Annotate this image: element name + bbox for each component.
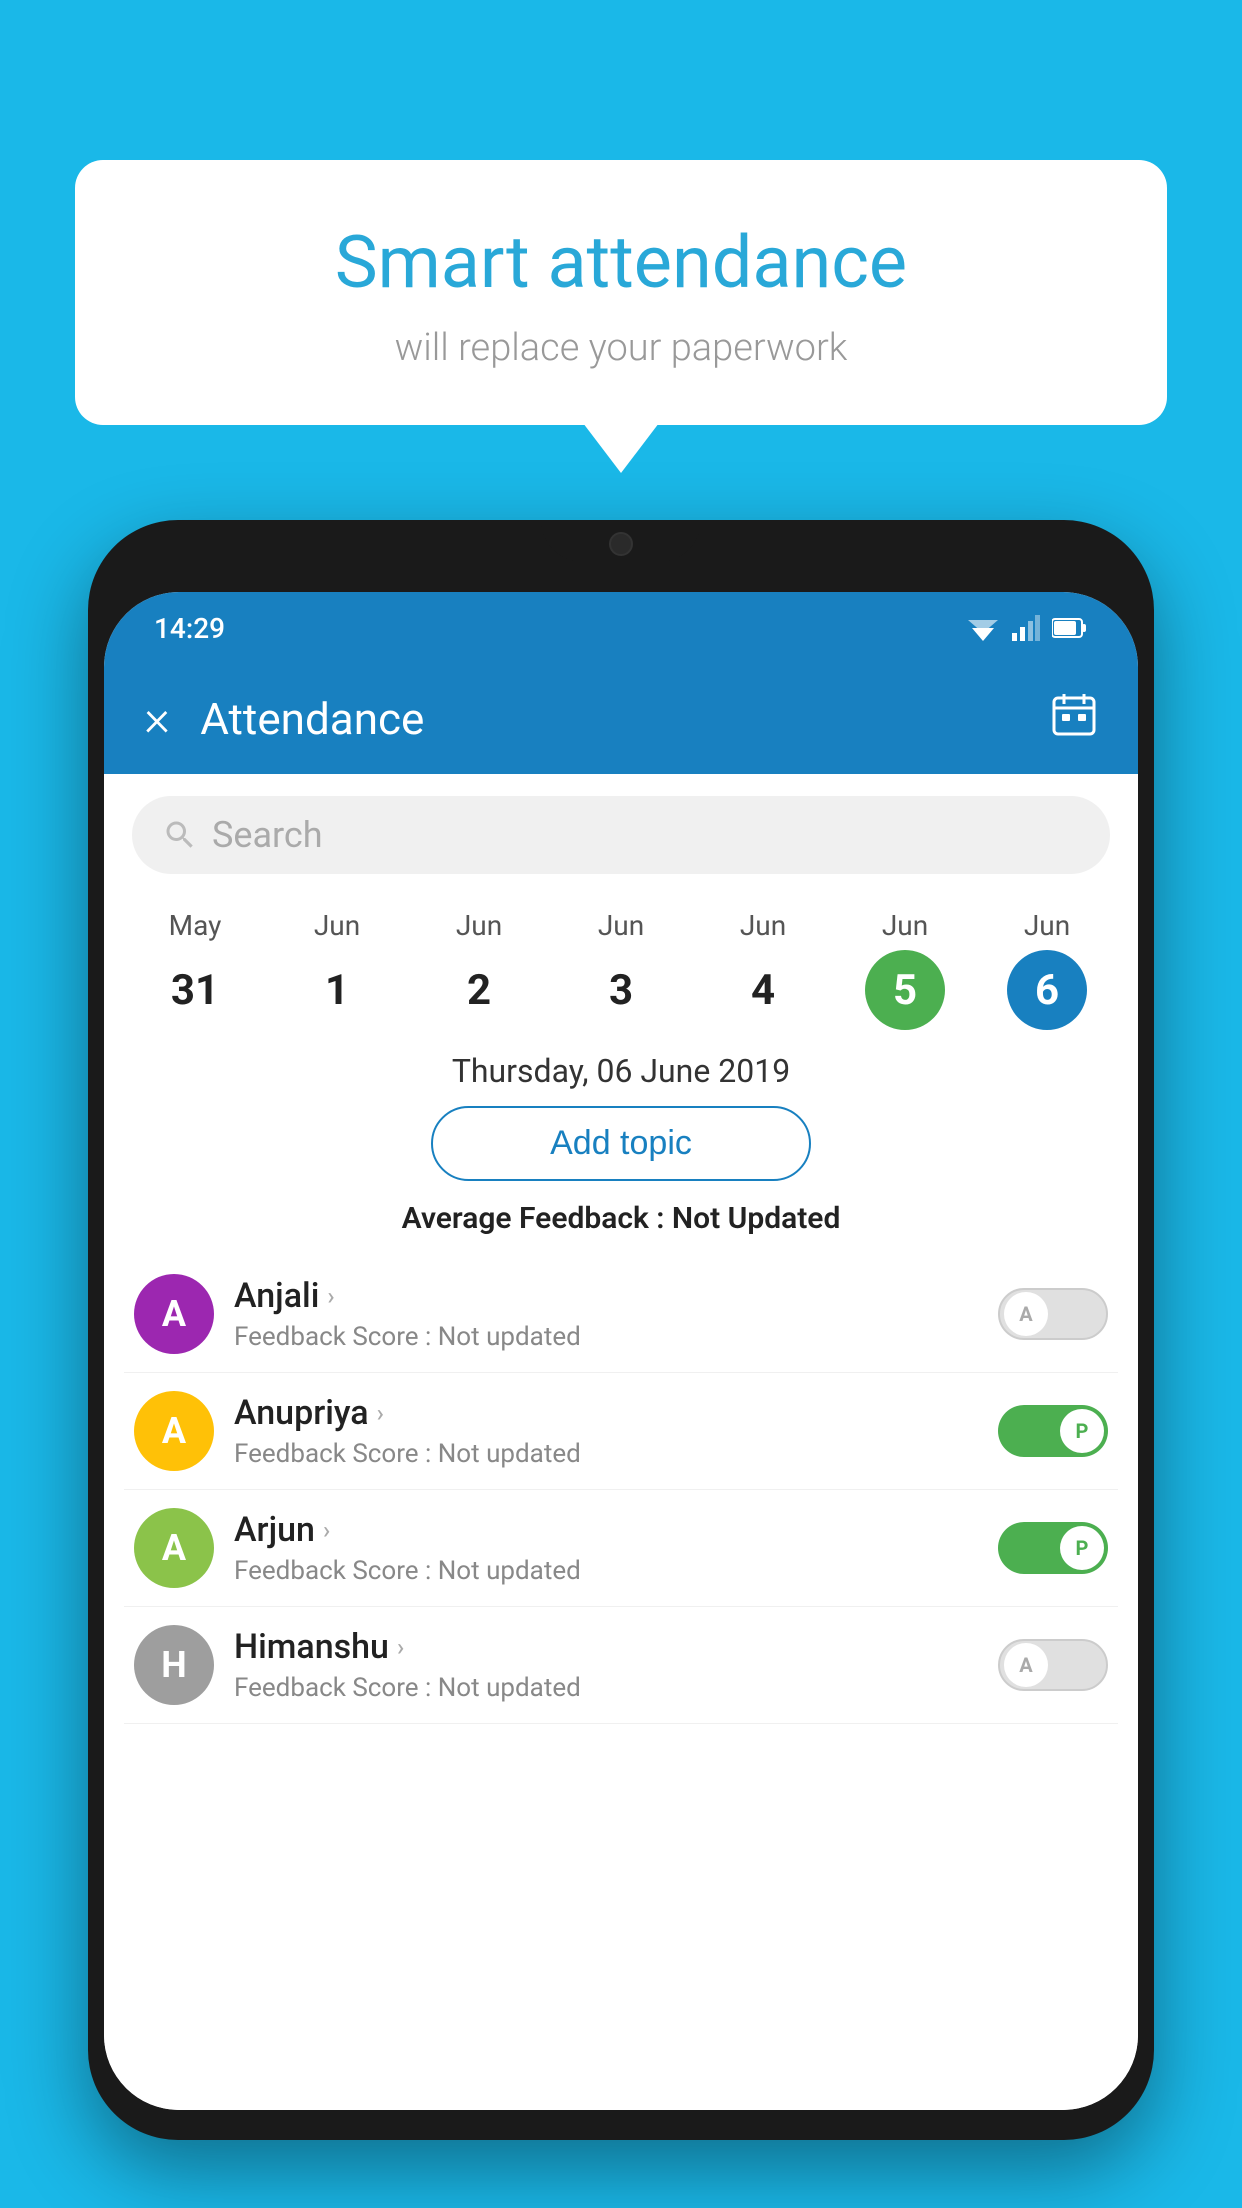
student-list: AAnjali ›Feedback Score : Not updatedAAA…	[104, 1256, 1138, 1724]
cal-month: Jun	[456, 909, 502, 942]
student-info: Anupriya › Feedback Score : Not updated	[234, 1393, 978, 1469]
cal-month: May	[169, 909, 222, 942]
student-row[interactable]: A Arjun › Feedback Score : Not updated P	[124, 1490, 1118, 1607]
bubble-title: Smart attendance	[115, 220, 1127, 306]
student-row[interactable]: A Anjali › Feedback Score : Not updated A	[124, 1256, 1118, 1373]
cal-date: 5	[865, 950, 945, 1030]
cal-month: Jun	[314, 909, 360, 942]
search-icon	[162, 817, 198, 853]
calendar-day[interactable]: Jun 2	[439, 909, 519, 1030]
attendance-toggle[interactable]: P	[998, 1522, 1108, 1574]
student-name: Anupriya ›	[234, 1393, 978, 1433]
app-bar: × Attendance	[104, 664, 1138, 774]
student-avatar: H	[134, 1625, 214, 1705]
cal-date: 3	[581, 950, 661, 1030]
student-score: Feedback Score : Not updated	[234, 1556, 978, 1586]
chevron-icon: ›	[397, 1633, 404, 1661]
cal-month: Jun	[740, 909, 786, 942]
phone-wrapper: 14:29	[88, 520, 1154, 2208]
search-bar[interactable]: Search	[132, 796, 1110, 874]
status-time: 14:29	[154, 612, 225, 645]
screen-content: Search May 31 Jun 1 Jun 2 Jun 3 Jun 4 Jun 5 Jun 6 Thu…	[104, 774, 1138, 2110]
calendar-day[interactable]: May 31	[155, 909, 235, 1030]
close-button[interactable]: ×	[144, 690, 170, 748]
calendar-day[interactable]: Jun 3	[581, 909, 661, 1030]
student-score: Feedback Score : Not updated	[234, 1322, 978, 1352]
attendance-toggle[interactable]: P	[998, 1405, 1108, 1457]
phone-screen: 14:29	[104, 592, 1138, 2110]
student-avatar: A	[134, 1274, 214, 1354]
chevron-icon: ›	[327, 1282, 334, 1310]
chevron-icon: ›	[323, 1516, 330, 1544]
student-avatar: A	[134, 1391, 214, 1471]
avg-feedback: Average Feedback : Not Updated	[104, 1201, 1138, 1236]
chevron-icon: ›	[377, 1399, 384, 1427]
phone-notch	[541, 520, 701, 562]
student-info: Anjali › Feedback Score : Not updated	[234, 1276, 978, 1352]
calendar-day[interactable]: Jun 4	[723, 909, 803, 1030]
bubble-subtitle: will replace your paperwork	[115, 326, 1127, 370]
cal-month: Jun	[882, 909, 928, 942]
cal-date: 6	[1007, 950, 1087, 1030]
student-row[interactable]: H Himanshu › Feedback Score : Not updated A	[124, 1607, 1118, 1724]
selected-date-label: Thursday, 06 June 2019	[104, 1052, 1138, 1090]
calendar-strip: May 31 Jun 1 Jun 2 Jun 3 Jun 4 Jun 5 Jun 6	[104, 889, 1138, 1030]
cal-date: 1	[297, 950, 377, 1030]
app-bar-title: Attendance	[200, 693, 1050, 745]
wifi-icon	[966, 615, 1000, 641]
cal-date: 31	[155, 950, 235, 1030]
cal-date: 4	[723, 950, 803, 1030]
calendar-day[interactable]: Jun 5	[865, 909, 945, 1030]
student-name: Himanshu ›	[234, 1627, 978, 1667]
attendance-toggle[interactable]: A	[998, 1288, 1108, 1340]
attendance-toggle[interactable]: A	[998, 1639, 1108, 1691]
signal-icon	[1012, 615, 1040, 641]
speech-bubble: Smart attendance will replace your paper…	[75, 160, 1167, 425]
calendar-icon[interactable]	[1050, 690, 1098, 748]
phone-camera	[609, 532, 633, 556]
student-score: Feedback Score : Not updated	[234, 1673, 978, 1703]
calendar-day[interactable]: Jun 1	[297, 909, 377, 1030]
cal-date: 2	[439, 950, 519, 1030]
battery-icon	[1052, 617, 1088, 639]
student-name: Anjali ›	[234, 1276, 978, 1316]
phone-frame: 14:29	[88, 520, 1154, 2140]
student-avatar: A	[134, 1508, 214, 1588]
add-topic-button[interactable]: Add topic	[431, 1106, 811, 1181]
student-info: Himanshu › Feedback Score : Not updated	[234, 1627, 978, 1703]
student-info: Arjun › Feedback Score : Not updated	[234, 1510, 978, 1586]
calendar-day[interactable]: Jun 6	[1007, 909, 1087, 1030]
status-icons	[966, 615, 1088, 641]
cal-month: Jun	[1024, 909, 1070, 942]
student-row[interactable]: A Anupriya › Feedback Score : Not updated P	[124, 1373, 1118, 1490]
student-score: Feedback Score : Not updated	[234, 1439, 978, 1469]
cal-month: Jun	[598, 909, 644, 942]
student-name: Arjun ›	[234, 1510, 978, 1550]
status-bar: 14:29	[104, 592, 1138, 664]
search-placeholder: Search	[212, 814, 323, 856]
